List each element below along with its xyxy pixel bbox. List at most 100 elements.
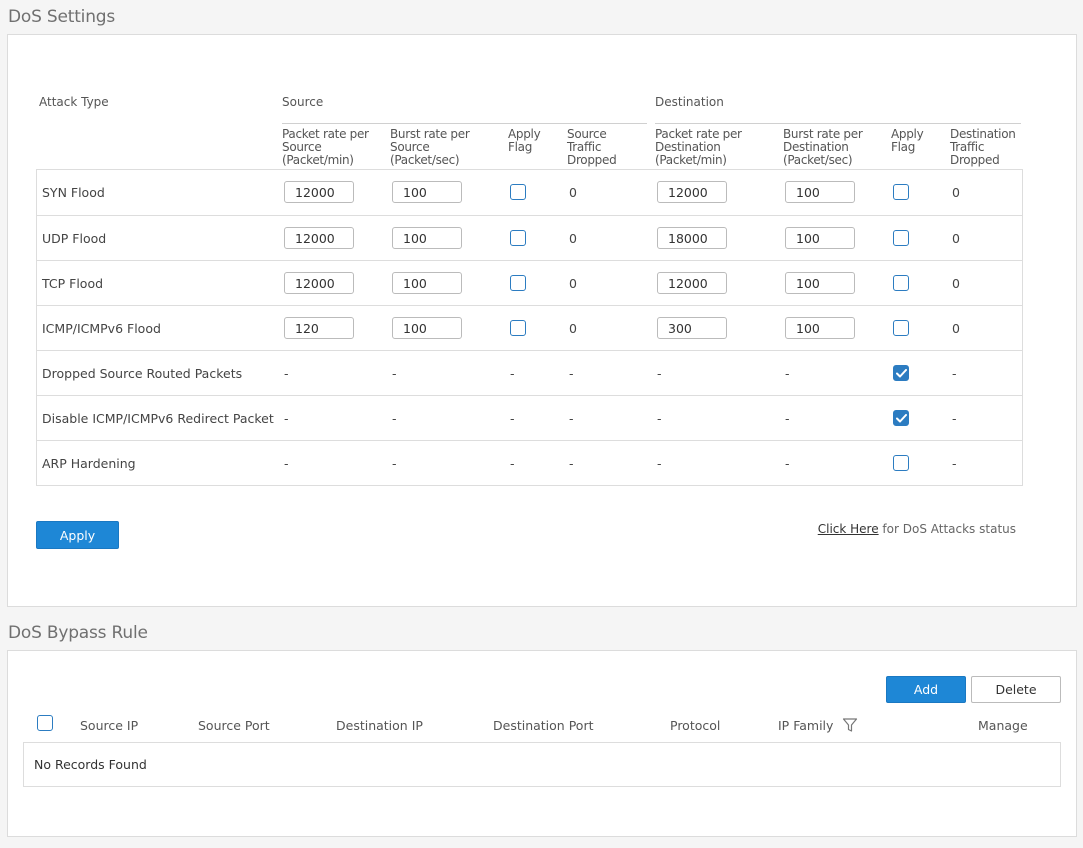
destination-header-rule bbox=[655, 123, 1021, 124]
value-cell: - bbox=[785, 365, 790, 381]
header-src-dropped: Source Traffic Dropped bbox=[567, 127, 617, 167]
dst-burst-input[interactable]: 100 bbox=[785, 227, 855, 249]
src-burst-input[interactable]: 100 bbox=[392, 181, 462, 203]
apply-flag-cell bbox=[510, 261, 526, 305]
dos-status-text: Click Here for DoS Attacks status bbox=[817, 522, 1016, 536]
header-src-apply-flag: Apply Flag bbox=[508, 127, 541, 154]
value-cell: 0 bbox=[952, 320, 960, 336]
dst-flag-checkbox[interactable] bbox=[893, 184, 909, 200]
attack-type-label: UDP Flood bbox=[42, 230, 107, 246]
src-burst-input[interactable]: 100 bbox=[392, 317, 462, 339]
src-flag-checkbox[interactable] bbox=[510, 320, 526, 336]
dst-flag-checkbox[interactable] bbox=[893, 320, 909, 336]
dst-rate-input[interactable]: 12000 bbox=[657, 181, 727, 203]
dst-burst-input[interactable]: 100 bbox=[785, 317, 855, 339]
attack-type-label: SYN Flood bbox=[42, 184, 105, 200]
value-cell: - bbox=[952, 365, 957, 381]
table-row: Disable ICMP/ICMPv6 Redirect Packet - - - - -… bbox=[37, 395, 1022, 440]
column-protocol[interactable]: Protocol bbox=[670, 718, 720, 733]
column-source-ip[interactable]: Source IP bbox=[80, 718, 138, 733]
click-here-link[interactable]: Click Here bbox=[818, 522, 879, 536]
attack-type-label: TCP Flood bbox=[42, 275, 104, 291]
value-cell: - bbox=[952, 410, 957, 426]
apply-flag-cell bbox=[893, 170, 909, 214]
value-cell: - bbox=[657, 455, 662, 471]
rate-cell: 100 bbox=[392, 170, 462, 214]
value-cell: - bbox=[657, 410, 662, 426]
dos-settings-panel: Attack Type Source Destination Packet ra… bbox=[7, 34, 1077, 607]
add-button[interactable]: Add bbox=[886, 676, 966, 703]
rate-cell: 300 bbox=[657, 306, 727, 350]
header-attack-type: Attack Type bbox=[39, 95, 109, 109]
header-dst-dropped: Destination Traffic Dropped bbox=[950, 127, 1016, 167]
value-cell: - bbox=[569, 365, 574, 381]
rate-cell: 100 bbox=[785, 216, 855, 260]
column-destination-port[interactable]: Destination Port bbox=[493, 718, 593, 733]
rate-cell: 100 bbox=[785, 306, 855, 350]
rate-cell: 12000 bbox=[657, 261, 727, 305]
attack-type-label: ARP Hardening bbox=[42, 455, 136, 471]
value-cell: 0 bbox=[569, 275, 577, 291]
dos-bypass-title: DoS Bypass Rule bbox=[8, 623, 148, 643]
value-cell: - bbox=[952, 455, 957, 471]
attack-type-label: Disable ICMP/ICMPv6 Redirect Packet bbox=[42, 410, 274, 426]
value-cell: 0 bbox=[952, 230, 960, 246]
dst-flag-checkbox[interactable] bbox=[893, 455, 909, 471]
dst-flag-checkbox[interactable] bbox=[893, 230, 909, 246]
value-cell: - bbox=[510, 365, 515, 381]
column-manage: Manage bbox=[978, 718, 1028, 733]
rate-cell: 12000 bbox=[284, 216, 354, 260]
delete-button[interactable]: Delete bbox=[971, 676, 1061, 703]
src-flag-checkbox[interactable] bbox=[510, 184, 526, 200]
value-cell: - bbox=[785, 455, 790, 471]
apply-flag-cell bbox=[893, 441, 909, 485]
dst-rate-input[interactable]: 18000 bbox=[657, 227, 727, 249]
dst-burst-input[interactable]: 100 bbox=[785, 272, 855, 294]
apply-flag-cell bbox=[510, 216, 526, 260]
apply-flag-cell bbox=[893, 396, 909, 440]
dst-flag-checkbox[interactable] bbox=[893, 365, 909, 381]
select-all-checkbox[interactable] bbox=[37, 715, 53, 731]
rate-cell: 12000 bbox=[657, 170, 727, 214]
dst-flag-checkbox[interactable] bbox=[893, 410, 909, 426]
dst-rate-input[interactable]: 300 bbox=[657, 317, 727, 339]
src-flag-checkbox[interactable] bbox=[510, 230, 526, 246]
src-rate-input[interactable]: 120 bbox=[284, 317, 354, 339]
rate-cell: 100 bbox=[392, 261, 462, 305]
rate-cell: 120 bbox=[284, 306, 354, 350]
src-burst-input[interactable]: 100 bbox=[392, 227, 462, 249]
src-rate-input[interactable]: 12000 bbox=[284, 181, 354, 203]
value-cell: - bbox=[785, 410, 790, 426]
attack-type-label: Dropped Source Routed Packets bbox=[42, 365, 243, 381]
column-source-port[interactable]: Source Port bbox=[198, 718, 270, 733]
value-cell: - bbox=[510, 410, 515, 426]
header-dst-burst-rate: Burst rate per Destination (Packet/sec) bbox=[783, 127, 863, 167]
src-burst-input[interactable]: 100 bbox=[392, 272, 462, 294]
column-ip-family[interactable]: IP Family bbox=[778, 718, 833, 733]
apply-button[interactable]: Apply bbox=[36, 521, 119, 549]
src-rate-input[interactable]: 12000 bbox=[284, 227, 354, 249]
header-dst-packet-rate: Packet rate per Destination (Packet/min) bbox=[655, 127, 742, 167]
value-cell: - bbox=[392, 365, 397, 381]
filter-icon[interactable] bbox=[842, 717, 858, 733]
value-cell: 0 bbox=[569, 184, 577, 200]
header-src-burst-rate: Burst rate per Source (Packet/sec) bbox=[390, 127, 470, 167]
table-row: UDP Flood 12000 100 0 18000 100 0 bbox=[37, 215, 1022, 260]
src-flag-checkbox[interactable] bbox=[510, 275, 526, 291]
apply-flag-cell bbox=[893, 306, 909, 350]
apply-flag-cell bbox=[893, 216, 909, 260]
rate-cell: 100 bbox=[392, 216, 462, 260]
apply-flag-cell bbox=[893, 261, 909, 305]
dst-rate-input[interactable]: 12000 bbox=[657, 272, 727, 294]
src-rate-input[interactable]: 12000 bbox=[284, 272, 354, 294]
value-cell: 0 bbox=[952, 184, 960, 200]
column-destination-ip[interactable]: Destination IP bbox=[336, 718, 423, 733]
source-header-rule bbox=[282, 123, 647, 124]
value-cell: - bbox=[569, 455, 574, 471]
header-source: Source bbox=[282, 95, 324, 109]
dos-settings-table: SYN Flood 12000 100 0 12000 100 0 UDP Flood 1200… bbox=[36, 169, 1023, 486]
value-cell: - bbox=[392, 410, 397, 426]
attack-type-label: ICMP/ICMPv6 Flood bbox=[42, 320, 161, 336]
dst-burst-input[interactable]: 100 bbox=[785, 181, 855, 203]
dst-flag-checkbox[interactable] bbox=[893, 275, 909, 291]
